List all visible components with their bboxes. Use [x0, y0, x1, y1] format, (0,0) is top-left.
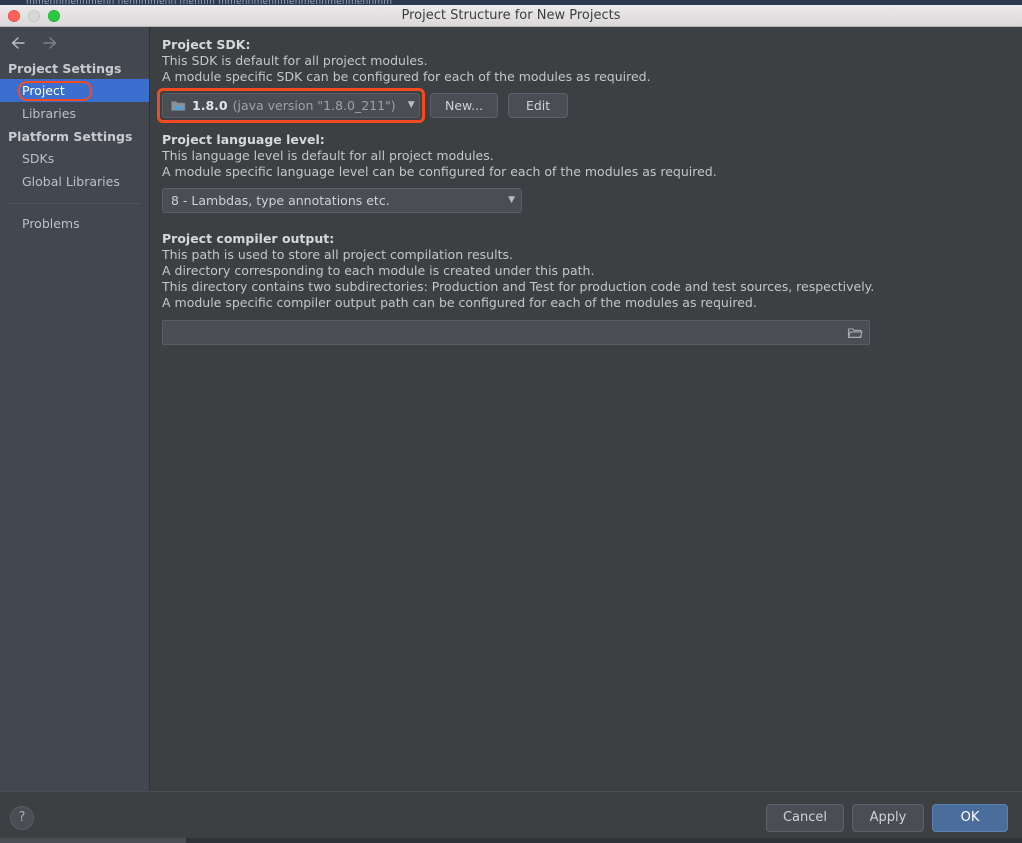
background-window-bottom-left: [0, 838, 186, 843]
apply-button[interactable]: Apply: [852, 803, 924, 832]
language-level-controls-row: 8 - Lambdas, type annotations etc. ▼: [162, 188, 1006, 213]
language-level-description-line-1: This language level is default for all p…: [162, 148, 494, 163]
compiler-output-path-input[interactable]: [171, 324, 847, 341]
window-titlebar: Project Structure for New Projects: [0, 5, 1022, 27]
language-level-dropdown[interactable]: 8 - Lambdas, type annotations etc. ▼: [162, 188, 522, 213]
project-structure-dialog: Project Settings Project Libraries Platf…: [0, 27, 1022, 843]
dialog-footer: ? Cancel Apply OK: [0, 791, 1022, 843]
compiler-output-description-line-2: A directory corresponding to each module…: [162, 263, 595, 278]
sidebar-group-title-project-settings: Project Settings: [8, 61, 122, 76]
project-sdk-controls-row: 1.8.0 (java version "1.8.0_211") ▼ New..…: [157, 88, 1006, 123]
sidebar-item-problems[interactable]: Problems: [0, 212, 149, 235]
language-level-value: 8 - Lambdas, type annotations etc.: [171, 193, 390, 208]
dialog-body: Project Settings Project Libraries Platf…: [0, 27, 1022, 791]
sidebar-group-platform-settings: Platform Settings SDKs Global Libraries: [0, 125, 149, 193]
traffic-lights: [8, 10, 60, 22]
chevron-down-icon: ▼: [508, 195, 515, 205]
close-button[interactable]: [8, 10, 20, 22]
compiler-output-path-field[interactable]: [162, 320, 870, 345]
edit-sdk-button[interactable]: Edit: [508, 93, 569, 118]
sidebar-item-sdks[interactable]: SDKs: [0, 147, 149, 170]
sidebar-item-libraries[interactable]: Libraries: [0, 102, 149, 125]
minimize-button[interactable]: [28, 10, 40, 22]
sidebar-item-project[interactable]: Project: [0, 79, 149, 102]
arrow-right-icon[interactable]: [42, 35, 58, 51]
sidebar-item-global-libraries[interactable]: Global Libraries: [0, 170, 149, 193]
project-sdk-version: (java version "1.8.0_211"): [232, 98, 396, 113]
project-sdk-dropdown[interactable]: 1.8.0 (java version "1.8.0_211") ▼: [162, 93, 420, 118]
help-button[interactable]: ?: [10, 805, 34, 830]
settings-content-pane: Project SDK: This SDK is default for all…: [150, 27, 1022, 791]
folder-icon[interactable]: [847, 326, 863, 340]
cancel-button[interactable]: Cancel: [765, 803, 844, 832]
screen-root: mmennmennmenn nennmmenn mennm mmennmennm…: [0, 0, 1022, 843]
language-level-description-line-2: A module specific language level can be …: [162, 164, 717, 179]
project-sdk-title: Project SDK:: [162, 37, 251, 52]
zoom-button[interactable]: [48, 10, 60, 22]
sidebar-item-label: Libraries: [22, 106, 76, 121]
ok-button[interactable]: OK: [932, 803, 1008, 832]
sidebar-item-label: Global Libraries: [22, 174, 120, 189]
compiler-output-title: Project compiler output:: [162, 231, 335, 246]
project-sdk-combo-wrapper: 1.8.0 (java version "1.8.0_211") ▼: [157, 88, 425, 123]
sidebar-divider: [8, 203, 141, 204]
sidebar-item-label: SDKs: [22, 151, 55, 166]
section-project-sdk: Project SDK: This SDK is default for all…: [157, 37, 1006, 123]
chevron-down-icon: ▼: [407, 100, 415, 110]
arrow-left-icon[interactable]: [10, 35, 26, 51]
nav-arrows: [0, 31, 149, 57]
compiler-output-description-line-4: A module specific compiler output path c…: [162, 295, 757, 310]
sidebar-group-project-settings: Project Settings Project Libraries: [0, 57, 149, 125]
new-sdk-button[interactable]: New...: [430, 93, 499, 118]
section-project-compiler-output: Project compiler output: This path is us…: [162, 231, 1006, 345]
java-sdk-icon: [171, 99, 186, 112]
project-sdk-name: 1.8.0: [192, 98, 228, 113]
project-sdk-description-line-1: This SDK is default for all project modu…: [162, 53, 428, 68]
settings-sidebar: Project Settings Project Libraries Platf…: [0, 27, 150, 791]
sidebar-item-label: Project: [22, 83, 65, 98]
background-window-bottom-edge: [0, 838, 1022, 843]
project-sdk-description-line-2: A module specific SDK can be configured …: [162, 69, 651, 84]
sidebar-item-label: Problems: [22, 216, 80, 231]
compiler-output-description-line-3: This directory contains two subdirectori…: [162, 279, 875, 294]
language-level-title: Project language level:: [162, 132, 325, 147]
sidebar-group-title-platform-settings: Platform Settings: [8, 129, 133, 144]
section-project-language-level: Project language level: This language le…: [162, 132, 1006, 213]
window-title: Project Structure for New Projects: [401, 8, 621, 23]
compiler-output-description-line-1: This path is used to store all project c…: [162, 247, 513, 262]
